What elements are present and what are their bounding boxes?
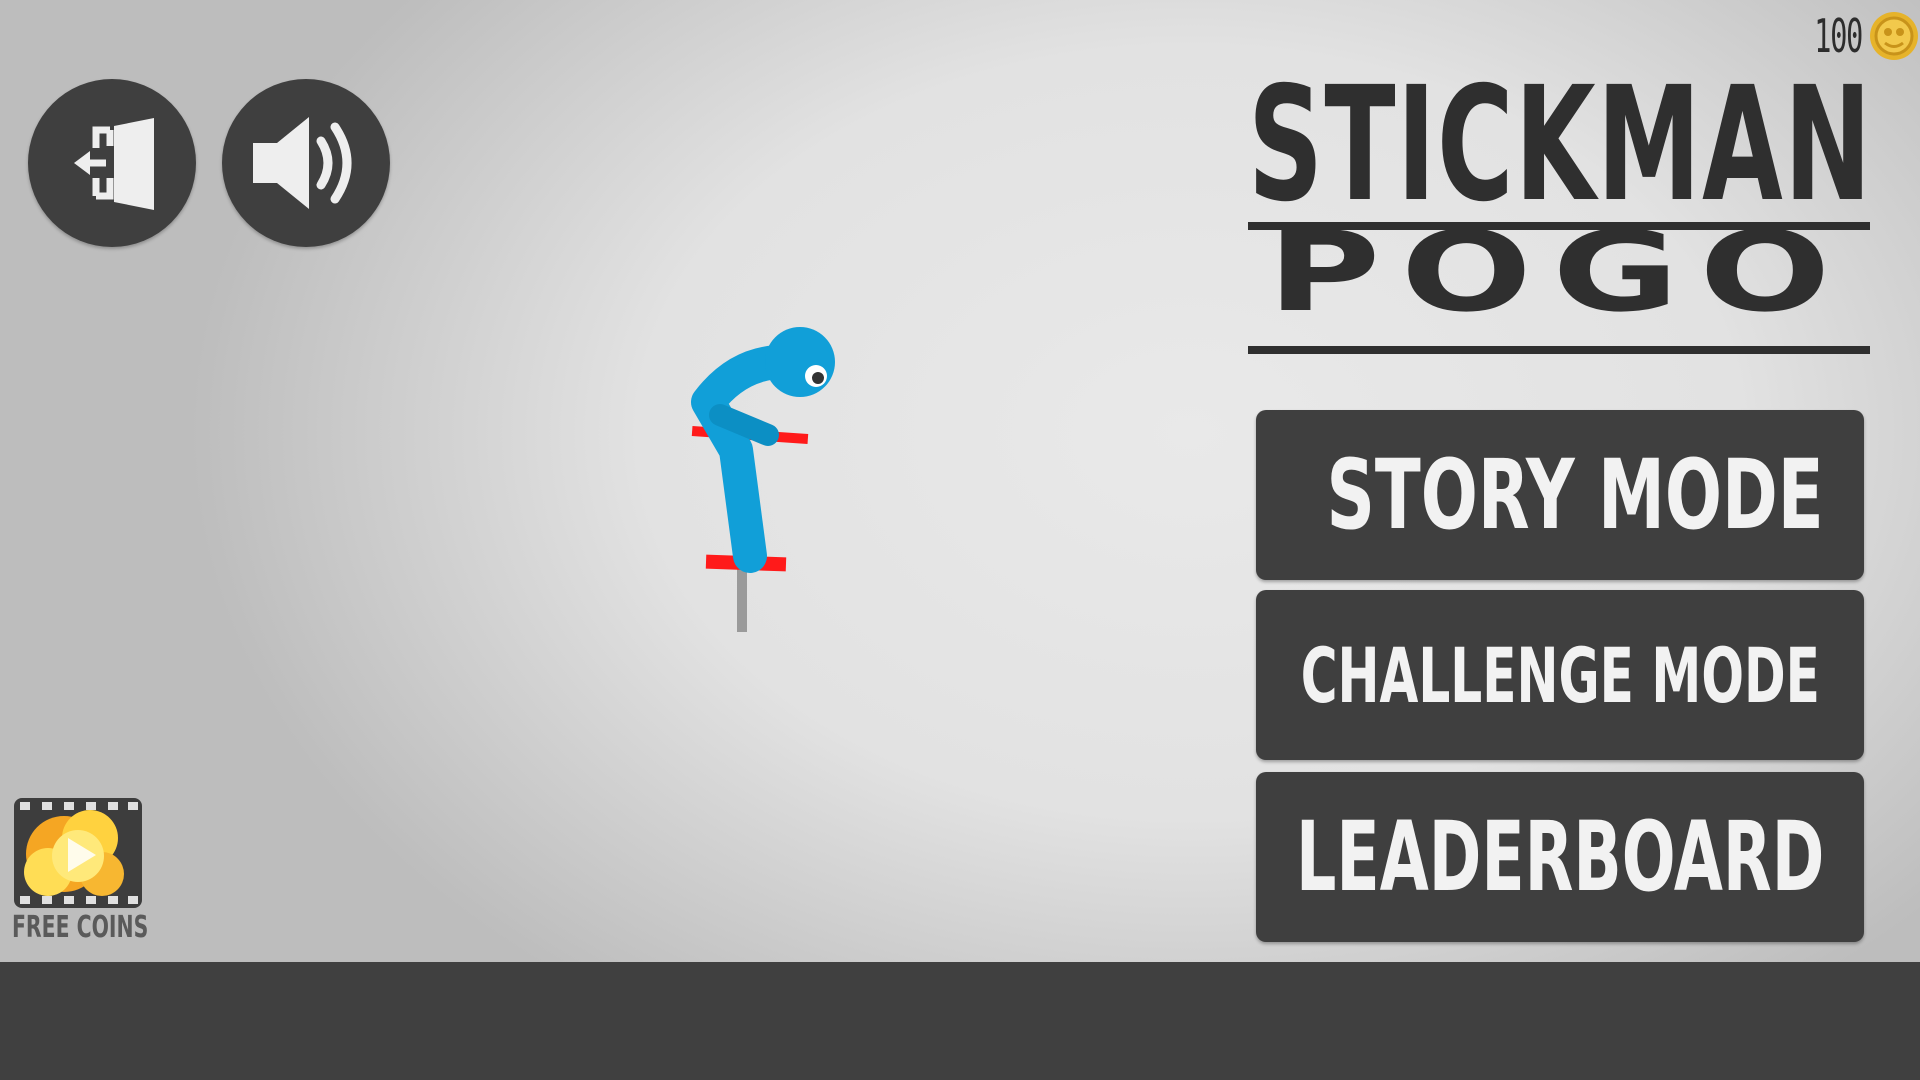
game-scene: 100 STICKMAN POGO STORY MODE CHALLENGE M…	[0, 0, 1920, 962]
challenge-mode-button[interactable]: CHALLENGE MODE	[1256, 590, 1864, 760]
logo-divider	[1248, 346, 1870, 354]
stickman-character	[691, 327, 835, 632]
ground-bar	[0, 962, 1920, 1080]
video-reward-icon	[14, 798, 142, 908]
logo-subtitle-art: POGO	[1267, 230, 1851, 336]
game-logo: STICKMAN POGO	[1248, 53, 1873, 360]
coin-icon	[1870, 12, 1918, 60]
story-mode-label: STORY MODE	[1326, 439, 1824, 551]
leaderboard-label: LEADERBOARD	[1295, 801, 1825, 913]
challenge-mode-label: CHALLENGE MODE	[1300, 630, 1820, 720]
speaker-on-icon	[253, 117, 352, 209]
exit-button[interactable]	[28, 79, 196, 247]
logo-divider	[1248, 222, 1870, 230]
free-coins-label: FREE COINS	[12, 910, 149, 945]
exit-door-icon	[74, 118, 154, 210]
leaderboard-button[interactable]: LEADERBOARD	[1256, 772, 1864, 942]
sound-toggle-button[interactable]	[222, 79, 390, 247]
logo-subtitle: POGO	[1267, 230, 1851, 336]
free-coins-button[interactable]: FREE COINS	[12, 796, 149, 946]
logo-title: STICKMAN	[1248, 53, 1873, 237]
story-mode-button[interactable]: STORY MODE	[1256, 410, 1864, 580]
stickman-head	[765, 327, 835, 397]
